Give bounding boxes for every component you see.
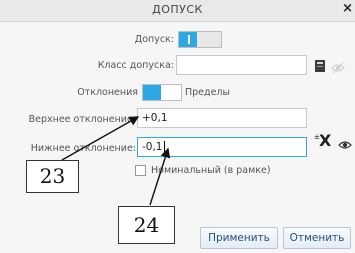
upper-deviation-input[interactable]: +0,1 [137, 108, 307, 128]
eye-off-icon[interactable] [331, 59, 345, 74]
close-button[interactable]: × [342, 1, 353, 16]
eye-icon[interactable] [338, 135, 352, 149]
mode-limits-label: Пределы [185, 87, 231, 98]
lower-deviation-value: -0,1 [142, 141, 163, 153]
tolerance-dialog: ДОПУСК × Допуск: Класс допуска: Отклонен… [0, 0, 355, 253]
mode-deviations-label: Отклонения [77, 87, 138, 98]
title-bar: ДОПУСК × [0, 0, 355, 22]
dialog-title: ДОПУСК [152, 3, 203, 16]
callout-24: 24 [118, 206, 175, 244]
lower-deviation-input[interactable]: -0,1 [137, 137, 307, 157]
mode-toggle[interactable] [142, 84, 182, 101]
tolerance-class-label: Класс допуска: [97, 60, 174, 71]
tolerance-label: Допуск: [134, 34, 174, 45]
tolerance-toggle[interactable] [178, 31, 222, 48]
svg-text:±: ± [314, 133, 320, 141]
svg-text:X: X [319, 131, 332, 149]
callout-24-arrow [149, 147, 171, 206]
tolerance-class-input[interactable] [176, 55, 307, 75]
nominal-checkbox[interactable] [135, 165, 146, 176]
text-caret [163, 141, 165, 152]
book-icon[interactable] [314, 58, 326, 72]
apply-button[interactable]: Применить [200, 227, 278, 249]
callout-23: 23 [26, 160, 79, 193]
upper-deviation-label: Верхнее отклонение: [28, 114, 136, 125]
nominal-checkbox-label: Номинальный (в рамке) [151, 165, 271, 176]
toggle-knob [188, 35, 190, 44]
cancel-button[interactable]: Отменить [283, 227, 351, 249]
swap-x-icon[interactable]: X ± [314, 131, 332, 150]
lower-deviation-label: Нижнее отклонение: [30, 143, 136, 154]
mode-toggle-fill [143, 85, 162, 100]
